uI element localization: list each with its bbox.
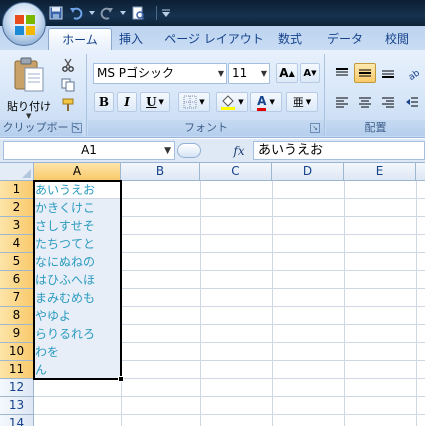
column-header-b[interactable]: B — [121, 163, 200, 181]
name-box-dropdown-icon[interactable]: ▼ — [164, 143, 171, 160]
undo-dropdown-icon[interactable] — [88, 5, 95, 21]
row-header[interactable]: 9 — [0, 325, 34, 343]
office-button[interactable] — [2, 2, 46, 46]
gridline — [200, 181, 201, 426]
gridline — [34, 396, 425, 397]
bold-button[interactable]: B — [94, 92, 114, 112]
title-bar — [0, 0, 425, 26]
gridline — [416, 181, 417, 426]
tab-data[interactable]: データ — [322, 28, 368, 50]
underline-letter: U — [146, 95, 157, 109]
decrease-indent-button[interactable] — [402, 92, 422, 112]
italic-button[interactable]: I — [117, 92, 137, 112]
save-icon[interactable] — [48, 5, 64, 21]
align-top-button[interactable] — [332, 63, 352, 83]
orientation-button[interactable]: ab — [402, 63, 424, 83]
group-separator — [86, 54, 87, 136]
formula-bar: A1 ▼ fx あいうえお — [0, 139, 425, 163]
name-box-value: A1 — [81, 143, 97, 157]
column-header-a[interactable]: A — [34, 163, 121, 181]
tab-review[interactable]: 校閲 — [375, 28, 419, 50]
gridline — [272, 181, 273, 426]
borders-icon — [183, 95, 197, 109]
font-name-combo[interactable]: MS Pゴシック ▼ — [93, 63, 227, 84]
undo-icon[interactable] — [68, 5, 84, 21]
row-header[interactable]: 7 — [0, 289, 34, 307]
gridline — [344, 181, 345, 426]
paste-icon — [14, 57, 44, 92]
tab-insert[interactable]: 挿入 — [112, 28, 150, 50]
row-header[interactable]: 13 — [0, 397, 34, 415]
font-size-value: 11 — [232, 66, 248, 80]
font-name-value: MS Pゴシック — [97, 66, 175, 80]
tab-formulas[interactable]: 数式 — [270, 28, 310, 50]
font-size-combo[interactable]: 11 ▼ — [228, 63, 270, 84]
ribbon-tabs: ホーム 挿入 ページ レイアウト 数式 データ 校閲 — [0, 26, 425, 50]
cut-icon[interactable] — [58, 56, 78, 74]
svg-text:ab: ab — [407, 68, 420, 80]
format-painter-icon[interactable] — [58, 96, 78, 114]
qat-separator — [156, 6, 157, 20]
column-header-partial[interactable] — [416, 163, 425, 181]
row-header[interactable]: 6 — [0, 271, 34, 289]
row-header[interactable]: 5 — [0, 253, 34, 271]
align-right-button[interactable] — [378, 92, 398, 112]
align-left-button[interactable] — [332, 92, 352, 112]
office-logo-icon — [15, 15, 35, 35]
font-group-label: フォント — [88, 120, 324, 136]
row-header[interactable]: 8 — [0, 307, 34, 325]
clipboard-dialog-launcher[interactable]: ↘ — [72, 123, 82, 133]
row-header[interactable]: 2 — [0, 199, 34, 217]
redo-icon[interactable] — [99, 5, 115, 21]
group-separator — [324, 54, 325, 136]
align-middle-button[interactable] — [354, 63, 376, 83]
align-bottom-button[interactable] — [378, 63, 398, 83]
font-color-button[interactable]: A ▼ — [250, 92, 282, 112]
grow-font-button[interactable]: A ▲ — [276, 63, 298, 83]
borders-button[interactable]: ▼ — [178, 92, 210, 112]
clipboard-group-label: クリップボード — [0, 120, 82, 136]
align-center-button[interactable] — [355, 92, 375, 112]
fill-handle[interactable] — [118, 376, 124, 382]
phonetic-letter: 亜 — [292, 96, 304, 109]
row-header[interactable]: 4 — [0, 235, 34, 253]
row-header[interactable]: 3 — [0, 217, 34, 235]
shrink-font-button[interactable]: A ▼ — [300, 63, 320, 83]
gridline — [34, 414, 425, 415]
row-header[interactable]: 12 — [0, 379, 34, 397]
row-header[interactable]: 11 — [0, 361, 34, 379]
column-header-d[interactable]: D — [272, 163, 344, 181]
print-preview-icon[interactable] — [130, 5, 146, 21]
row-header[interactable]: 10 — [0, 343, 34, 361]
quick-access-toolbar — [48, 4, 171, 22]
column-header-c[interactable]: C — [200, 163, 272, 181]
row-header[interactable]: 1 — [0, 181, 34, 199]
formula-input[interactable]: あいうえお — [253, 141, 425, 160]
phonetic-button[interactable]: 亜 ▼ — [286, 92, 318, 112]
select-all-button[interactable] — [0, 163, 34, 181]
worksheet-grid[interactable]: A B C D E 1 2 3 4 5 6 7 8 9 10 11 12 13 … — [0, 163, 425, 426]
font-dialog-launcher[interactable]: ↘ — [310, 123, 320, 133]
tab-home[interactable]: ホーム — [48, 28, 112, 50]
tab-page-layout[interactable]: ページ レイアウト — [158, 28, 270, 50]
paste-dropdown-icon[interactable]: ▼ — [26, 112, 31, 120]
underline-button[interactable]: U ▼ — [140, 92, 170, 112]
selection-border — [33, 180, 122, 380]
formula-bar-expand-handle[interactable] — [177, 143, 201, 158]
font-size-dropdown-icon[interactable]: ▼ — [261, 64, 267, 83]
redo-dropdown-icon[interactable] — [119, 5, 126, 21]
row-header[interactable]: 14 — [0, 415, 34, 426]
select-all-icon — [22, 169, 31, 178]
font-name-dropdown-icon[interactable]: ▼ — [218, 64, 224, 83]
insert-function-button[interactable]: fx — [228, 142, 250, 160]
paste-button[interactable]: 貼り付け ▼ — [6, 56, 52, 120]
customize-icon[interactable] — [161, 5, 171, 21]
name-box[interactable]: A1 ▼ — [3, 141, 175, 160]
fill-color-button[interactable]: ▼ — [216, 92, 248, 112]
column-header-e[interactable]: E — [344, 163, 416, 181]
font-color-letter: A — [257, 94, 267, 111]
fill-bucket-icon — [221, 95, 236, 110]
copy-icon[interactable] — [58, 76, 78, 94]
alignment-group-label: 配置 — [326, 120, 425, 136]
